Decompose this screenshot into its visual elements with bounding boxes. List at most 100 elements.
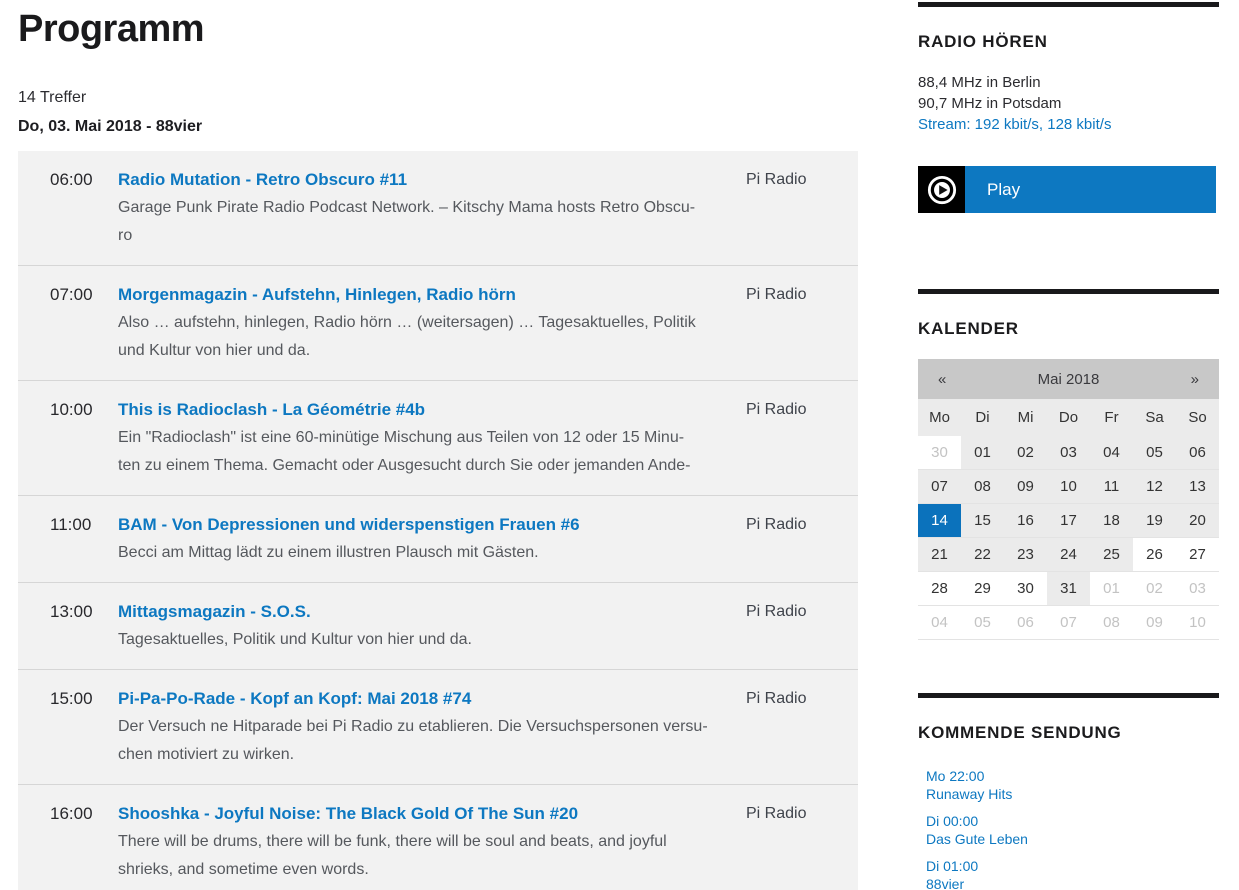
calendar-day: 07	[1047, 606, 1090, 639]
calendar-day-name: Sa	[1133, 409, 1176, 426]
calendar-heading: KALENDER	[918, 319, 1219, 339]
calendar-day[interactable]: 03	[1047, 436, 1090, 469]
calendar-day[interactable]: 01	[961, 436, 1004, 469]
calendar-day[interactable]: 16	[1004, 504, 1047, 537]
calendar-section: KALENDER « Mai 2018 » MoDiMiDoFrSaSo 300…	[918, 289, 1219, 640]
program-title-link[interactable]: Pi-Pa-Po-Rade - Kopf an Kopf: Mai 2018 #…	[118, 685, 720, 713]
program-time: 10:00	[50, 396, 118, 480]
calendar-day[interactable]: 31	[1047, 572, 1090, 605]
calendar-day[interactable]: 24	[1047, 538, 1090, 571]
upcoming-show-link[interactable]: Mo 22:00Runaway Hits	[926, 767, 1219, 803]
calendar-day[interactable]: 29	[961, 572, 1004, 605]
calendar-day[interactable]: 02	[1004, 436, 1047, 469]
calendar-week-row: 14151617181920	[918, 504, 1219, 538]
calendar-day: 02	[1133, 572, 1176, 605]
calendar-week-row: 07080910111213	[918, 470, 1219, 504]
program-title-link[interactable]: BAM - Von Depressionen und widerspenstig…	[118, 511, 720, 539]
page-title: Programm	[18, 6, 858, 52]
upcoming-show-link[interactable]: Di 00:00Das Gute Leben	[926, 812, 1219, 848]
program-row: 11:00BAM - Von Depressionen und widerspe…	[18, 495, 858, 582]
program-entry: This is Radioclash - La Géométrie #4bEin…	[118, 396, 746, 480]
stream-link-128[interactable]: 128 kbit/s	[1047, 116, 1111, 133]
program-title-link[interactable]: Shooshka - Joyful Noise: The Black Gold …	[118, 800, 720, 828]
calendar-prev-button[interactable]: «	[918, 371, 966, 388]
results-count: 14 Treffer	[18, 87, 858, 109]
calendar-day[interactable]: 28	[918, 572, 961, 605]
program-station: Pi Radio	[746, 685, 858, 769]
program-title-link[interactable]: Morgenmagazin - Aufstehn, Hinlegen, Radi…	[118, 281, 720, 309]
calendar-next-button[interactable]: »	[1171, 371, 1219, 388]
program-description-line: Tagesaktuelles, Politik und Kultur von h…	[118, 626, 720, 654]
program-station: Pi Radio	[746, 396, 858, 480]
calendar-day-names-row: MoDiMiDoFrSaSo	[918, 399, 1219, 436]
program-entry: Mittagsmagazin - S.O.S.Tagesaktuelles, P…	[118, 598, 746, 654]
calendar-day[interactable]: 20	[1176, 504, 1219, 537]
calendar-day[interactable]: 19	[1133, 504, 1176, 537]
calendar-day[interactable]: 22	[961, 538, 1004, 571]
calendar-day[interactable]: 26	[1133, 538, 1176, 571]
calendar-day-name: Do	[1047, 409, 1090, 426]
program-description-line: Becci am Mittag lädt zu einem illustren …	[118, 539, 720, 567]
calendar-day[interactable]: 10	[1047, 470, 1090, 503]
upcoming-title: 88vier	[926, 875, 1219, 890]
calendar-day-name: Mi	[1004, 409, 1047, 426]
frequency-line: 90,7 MHz in Potsdam	[918, 93, 1219, 114]
calendar-weeks: 3001020304050607080910111213141516171819…	[918, 436, 1219, 640]
program-list: 06:00Radio Mutation - Retro Obscuro #11G…	[18, 151, 858, 890]
calendar-day[interactable]: 21	[918, 538, 961, 571]
program-station: Pi Radio	[746, 166, 858, 250]
calendar-day[interactable]: 06	[1176, 436, 1219, 469]
program-page: Programm 14 Treffer Do, 03. Mai 2018 - 8…	[0, 0, 1239, 890]
calendar-day[interactable]: 09	[1004, 470, 1047, 503]
frequency-list: 88,4 MHz in Berlin90,7 MHz in Potsdam	[918, 72, 1219, 114]
calendar-week-row: 28293031010203	[918, 572, 1219, 606]
calendar-day[interactable]: 18	[1090, 504, 1133, 537]
play-button-label: Play	[987, 180, 1020, 200]
calendar-day[interactable]: 23	[1004, 538, 1047, 571]
calendar-header: « Mai 2018 »	[918, 359, 1219, 399]
calendar-day: 09	[1133, 606, 1176, 639]
calendar-day: 03	[1176, 572, 1219, 605]
calendar-day-name: So	[1176, 409, 1219, 426]
calendar-day[interactable]: 05	[1133, 436, 1176, 469]
calendar-day: 06	[1004, 606, 1047, 639]
section-divider	[918, 693, 1219, 698]
calendar-day[interactable]: 25	[1090, 538, 1133, 571]
upcoming-heading: KOMMENDE SENDUNG	[918, 723, 1219, 743]
calendar-day[interactable]: 11	[1090, 470, 1133, 503]
calendar-day[interactable]: 30	[1004, 572, 1047, 605]
calendar-day[interactable]: 17	[1047, 504, 1090, 537]
calendar-day[interactable]: 07	[918, 470, 961, 503]
program-description-line: shrieks, and sometime even words.	[118, 856, 720, 884]
calendar-day[interactable]: 12	[1133, 470, 1176, 503]
calendar-day[interactable]: 27	[1176, 538, 1219, 571]
program-time: 16:00	[50, 800, 118, 884]
calendar-day[interactable]: 08	[961, 470, 1004, 503]
program-entry: Shooshka - Joyful Noise: The Black Gold …	[118, 800, 746, 884]
calendar-month-label: Mai 2018	[966, 371, 1170, 388]
program-title-link[interactable]: This is Radioclash - La Géométrie #4b	[118, 396, 720, 424]
calendar-day[interactable]: 13	[1176, 470, 1219, 503]
upcoming-day-time: Mo 22:00	[926, 767, 1219, 785]
program-title-link[interactable]: Mittagsmagazin - S.O.S.	[118, 598, 720, 626]
calendar-day-name: Di	[961, 409, 1004, 426]
program-description-line: ten zu einem Thema. Gemacht oder Ausgesu…	[118, 452, 720, 480]
upcoming-title: Das Gute Leben	[926, 830, 1219, 848]
program-title-link[interactable]: Radio Mutation - Retro Obscuro #11	[118, 166, 720, 194]
program-entry: Pi-Pa-Po-Rade - Kopf an Kopf: Mai 2018 #…	[118, 685, 746, 769]
program-description-line: Garage Punk Pirate Radio Podcast Network…	[118, 194, 720, 222]
calendar-day[interactable]: 14	[918, 504, 961, 537]
program-station: Pi Radio	[746, 800, 858, 884]
upcoming-list: Mo 22:00Runaway Hits Di 00:00Das Gute Leb…	[918, 767, 1219, 890]
program-time: 15:00	[50, 685, 118, 769]
program-description-line: und Kultur von hier und da.	[118, 337, 720, 365]
section-divider	[918, 289, 1219, 294]
upcoming-show-link[interactable]: Di 01:0088vier	[926, 857, 1219, 890]
calendar-day[interactable]: 15	[961, 504, 1004, 537]
stream-link-192[interactable]: Stream: 192 kbit/s	[918, 116, 1039, 133]
calendar-day-name: Mo	[918, 409, 961, 426]
program-station: Pi Radio	[746, 511, 858, 567]
play-button[interactable]: Play	[918, 166, 1216, 213]
calendar-week-row: 04050607080910	[918, 606, 1219, 640]
calendar-day[interactable]: 04	[1090, 436, 1133, 469]
